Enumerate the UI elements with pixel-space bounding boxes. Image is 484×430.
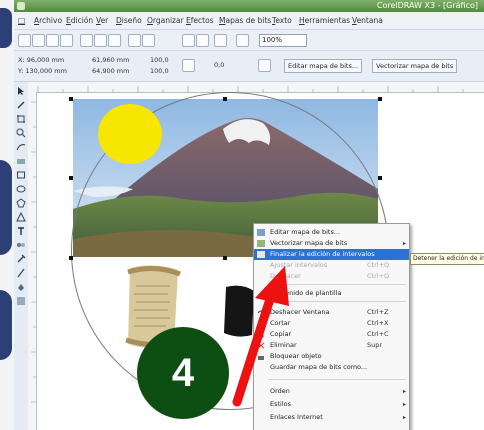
selection-handle[interactable] [223,97,227,101]
redo-icon[interactable] [142,34,155,47]
submenu-arrow-icon: ▸ [402,240,406,247]
menu-edicion[interactable]: Edición [66,16,93,25]
copy-icon[interactable] [94,34,107,47]
selection-handle[interactable] [378,176,382,180]
open-folder-icon[interactable] [32,34,45,47]
decorative-shape [0,160,12,255]
submenu-arrow-icon: ▸ [402,414,406,421]
menu-ver[interactable]: Ver [96,16,108,25]
text-tool-icon[interactable] [16,226,26,236]
red-arrow-annotation [225,262,295,412]
menu-item-edit-bitmap[interactable]: Editar mapa de bits... [254,227,409,238]
app-icon [17,2,25,10]
new-file-icon[interactable] [18,34,31,47]
save-icon[interactable] [46,34,59,47]
menu-bar: □ Archivo Edición Ver Diseño Organizar E… [14,12,484,30]
menu-archivo[interactable]: Archivo [34,16,62,25]
standard-toolbar: 100% [14,30,484,51]
fill-tool-icon[interactable] [16,282,26,292]
scale-y-field[interactable]: 100,0 [150,67,169,75]
edit-bitmap-button[interactable]: Editar mapa de bits... [284,59,363,73]
scale-x-field[interactable]: 100,0 [150,56,169,64]
interactive-fill-tool-icon[interactable] [16,296,26,306]
title-bar: CorelDRAW X3 - [Gráfico] [14,0,484,12]
vertical-ruler [28,92,37,430]
menu-herramientas[interactable]: Herramientas [299,16,350,25]
step-number-badge: 4 [137,327,229,419]
angle-field[interactable]: 0,0 [214,61,224,69]
smart-fill-tool-icon[interactable] [16,156,26,166]
submenu-arrow-icon: ▸ [402,401,406,408]
selection-handle[interactable] [223,256,227,260]
decorative-shape [0,8,12,48]
menu-texto[interactable]: Texto [272,16,292,25]
menu-ventana[interactable]: Ventana [352,16,383,25]
lock-ratio-icon[interactable] [182,59,195,72]
width-field[interactable]: 61,960 mm [92,56,129,64]
rectangle-tool-icon[interactable] [16,170,26,180]
trace-bitmap-button[interactable]: Vectorizar mapa de bits [372,59,458,73]
ellipse-tool-icon[interactable] [16,184,26,194]
polygon-tool-icon[interactable] [16,198,26,208]
document-icon[interactable]: □ [18,16,25,25]
horizontal-ruler [28,82,484,93]
zoom-tool-icon[interactable] [16,128,26,138]
menu-item-trace-bitmap[interactable]: Vectorizar mapa de bits ▸ [254,238,409,249]
menu-organizar[interactable]: Organizar [147,16,184,25]
toolbox [14,82,29,430]
freehand-tool-icon[interactable] [16,142,26,152]
application-launcher-icon[interactable] [214,34,227,47]
selection-handle[interactable] [69,97,73,101]
menu-item-internet-links[interactable]: Enlaces Internet ▸ [254,412,409,423]
undo-icon[interactable] [128,34,141,47]
background-strip [0,0,14,430]
x-position-field[interactable]: X: 96,000 mm [18,56,64,64]
property-bar: X: 96,000 mm Y: 130,000 mm 61,960 mm 64,… [14,51,484,82]
submenu-arrow-icon: ▸ [402,388,406,395]
zoom-level-field[interactable]: 100% [259,34,307,47]
height-field[interactable]: 64,900 mm [92,67,129,75]
selection-handle[interactable] [69,176,73,180]
menu-efectos[interactable]: Efectos [186,16,214,25]
trace-bitmap-icon [257,240,265,247]
eyedropper-tool-icon[interactable] [16,254,26,264]
import-icon[interactable] [182,34,195,47]
print-icon[interactable] [60,34,73,47]
yellow-sun-circle[interactable] [98,104,162,164]
selection-handle[interactable] [69,256,73,260]
outline-tool-icon[interactable] [16,268,26,278]
paste-icon[interactable] [108,34,121,47]
export-icon[interactable] [196,34,209,47]
mirror-icon[interactable] [258,59,271,72]
crop-tool-icon[interactable] [16,114,26,124]
finish-editing-icon [257,251,265,258]
menu-item-finish-interval-editing[interactable]: Finalizar la edición de intervalos [254,249,409,260]
window-title: CorelDRAW X3 - [Gráfico] [376,1,478,10]
selection-handle[interactable] [378,97,382,101]
cut-icon[interactable] [80,34,93,47]
pick-tool-icon[interactable] [16,86,26,96]
menu-mapas-de-bits[interactable]: Mapas de bits [219,16,271,25]
edit-bitmap-icon [257,229,265,236]
interactive-blend-tool-icon[interactable] [16,240,26,250]
corel-online-icon[interactable] [236,34,249,47]
shape-tool-icon[interactable] [16,100,26,110]
y-position-field[interactable]: Y: 130,000 mm [18,67,67,75]
decorative-shape [0,290,12,360]
menu-diseno[interactable]: Diseño [116,16,142,25]
basic-shapes-tool-icon[interactable] [16,211,26,222]
tooltip: Detener la edición de intervalos [410,253,484,265]
